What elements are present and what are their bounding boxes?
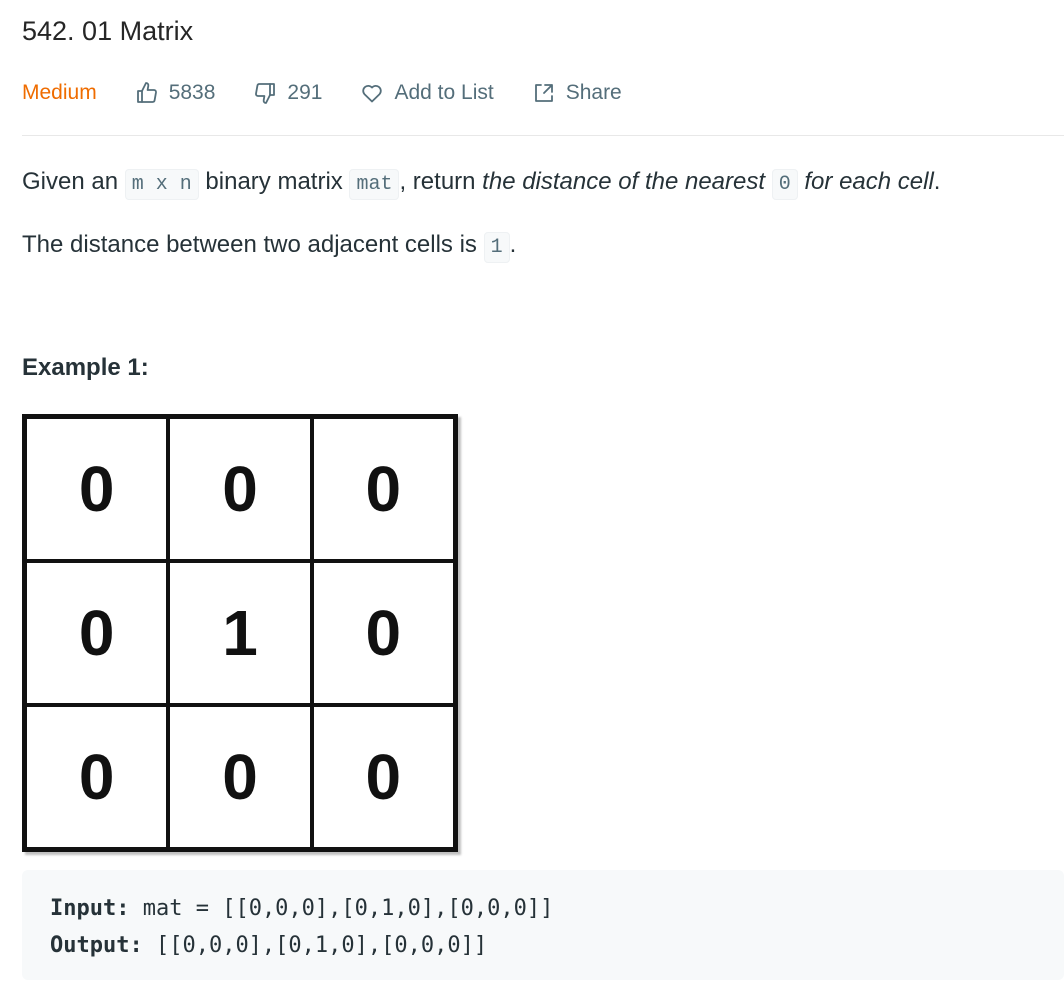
problem-meta-bar: Medium 5838 291 Add to List Share: [22, 76, 660, 110]
description-text: binary matrix: [198, 168, 350, 195]
matrix-cell: 0: [25, 417, 169, 561]
example-input-line: Input: mat = [[0,0,0],[0,1,0],[0,0,0]]: [50, 890, 1036, 927]
inline-code: m x n: [124, 169, 199, 200]
input-label: Input:: [50, 896, 130, 921]
example-code-block: Input: mat = [[0,0,0],[0,1,0],[0,0,0]] O…: [22, 870, 1064, 980]
inline-code: 1: [483, 232, 510, 263]
example-output-line: Output: [[0,0,0],[0,1,0],[0,0,0]]: [50, 927, 1036, 964]
description-text: .: [933, 168, 941, 195]
matrix-cell: 0: [311, 561, 455, 705]
input-value: mat = [[0,0,0],[0,1,0],[0,0,0]]: [142, 896, 554, 921]
inline-code: 0: [771, 169, 798, 200]
share-label: Share: [565, 81, 622, 104]
thumbs-up-icon: [136, 82, 157, 103]
inline-code: mat: [349, 169, 400, 200]
add-to-list-label: Add to List: [394, 81, 494, 104]
description-emphasis: the distance of the nearest: [482, 168, 772, 195]
output-label: Output:: [50, 933, 143, 958]
matrix-cell: 0: [168, 705, 312, 849]
description-paragraph: The distance between two adjacent cells …: [22, 227, 516, 266]
difficulty-badge: Medium: [22, 81, 97, 104]
matrix-cell: 1: [168, 561, 312, 705]
matrix-cell: 0: [25, 561, 169, 705]
output-value: [[0,0,0],[0,1,0],[0,0,0]]: [155, 933, 488, 958]
matrix-cell: 0: [311, 417, 455, 561]
description-text: The distance between two adjacent cells …: [22, 231, 484, 258]
thumbs-down-icon: [255, 83, 276, 104]
divider: [22, 135, 1064, 136]
share-button[interactable]: Share: [532, 81, 622, 105]
matrix-cell: 0: [311, 705, 455, 849]
share-icon: [534, 84, 553, 102]
description-emphasis: for each cell: [797, 168, 934, 195]
heart-icon: [362, 85, 383, 103]
matrix-cell: 0: [25, 705, 169, 849]
description-text: Given an: [22, 168, 125, 195]
likes-count: 5838: [168, 81, 216, 104]
description-paragraph: Given an m x n binary matrix mat, return…: [22, 164, 940, 203]
description-text: .: [509, 231, 517, 258]
add-to-list-button[interactable]: Add to List: [360, 81, 494, 105]
like-button[interactable]: 5838: [135, 81, 216, 105]
example-title: Example 1:: [22, 354, 149, 381]
description-text: , return: [399, 168, 483, 195]
example-matrix-image: 0 0 0 0 1 0 0 0 0: [22, 414, 458, 852]
matrix-cell: 0: [168, 417, 312, 561]
dislike-button[interactable]: 291: [253, 81, 322, 105]
problem-title: 542. 01 Matrix: [22, 16, 194, 46]
dislikes-count: 291: [287, 81, 323, 104]
